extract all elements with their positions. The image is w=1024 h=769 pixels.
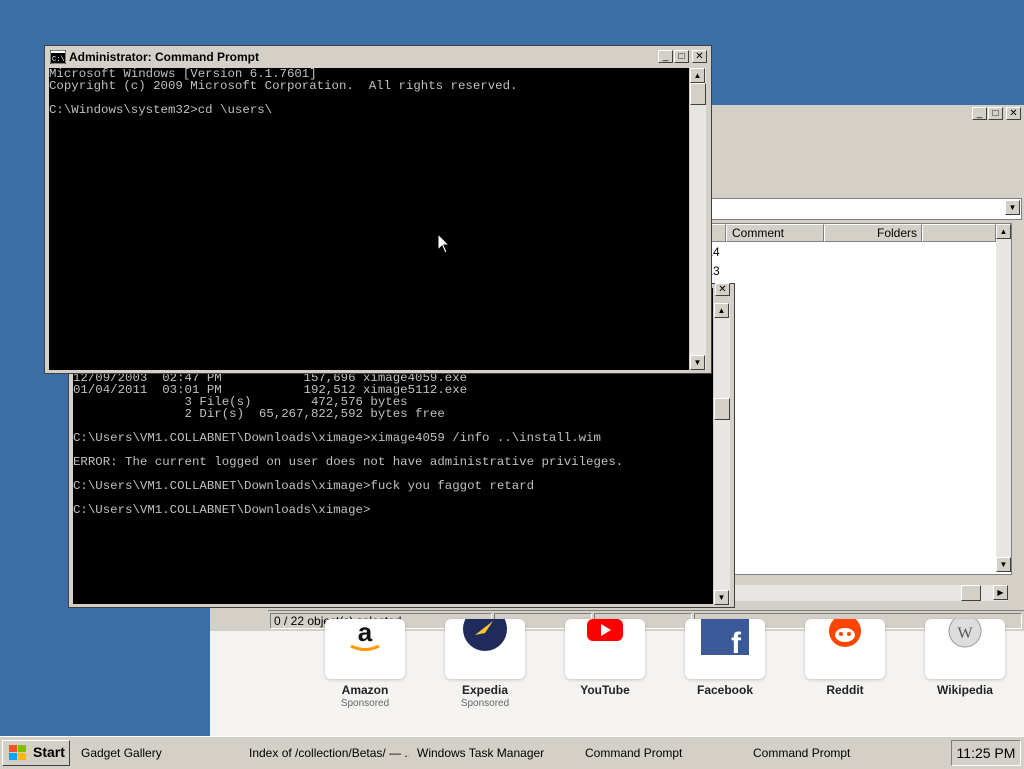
new-tab-shortcuts: a Amazon Sponsored Expedia Sponsored You…	[210, 607, 1024, 740]
file-list[interactable]: Comment Folders :14 :13 ▲ ▼	[700, 223, 1012, 575]
close-button[interactable]: ✕	[1006, 107, 1021, 120]
shortcut-facebook[interactable]: f Facebook	[665, 619, 785, 731]
tile-name: Reddit	[826, 683, 864, 697]
taskbar: Start Gadget Gallery Index of /collectio…	[0, 736, 1024, 769]
maximize-button[interactable]: □	[988, 107, 1003, 120]
tile-sponsored: Sponsored	[340, 698, 390, 709]
vertical-scrollbar[interactable]: ▲ ▼	[996, 224, 1011, 572]
svg-text:f: f	[731, 627, 742, 660]
shortcut-expedia[interactable]: Expedia Sponsored	[425, 607, 545, 731]
column-header-folders[interactable]: Folders	[824, 224, 922, 242]
start-button[interactable]: Start	[2, 740, 70, 766]
address-dropdown-button[interactable]: ▼	[1005, 200, 1020, 215]
console-line: Copyright (c) 2009 Microsoft Corporation…	[49, 79, 518, 93]
start-label: Start	[33, 744, 65, 760]
scroll-down-arrow[interactable]: ▼	[690, 355, 705, 370]
scroll-up-arrow[interactable]: ▲	[690, 68, 705, 83]
console-line: 2 Dir(s) 65,267,822,592 bytes free	[73, 407, 445, 421]
scroll-thumb[interactable]	[714, 398, 730, 420]
taskbar-item-browser[interactable]: Index of /collection/Betas/ — ...	[249, 740, 409, 766]
wikipedia-icon: W	[925, 614, 1005, 679]
taskbar-item-task-manager[interactable]: Windows Task Manager	[417, 740, 577, 766]
expedia-icon	[445, 607, 525, 679]
shortcut-youtube[interactable]: YouTube	[545, 619, 665, 731]
minimize-button[interactable]: _	[972, 107, 987, 120]
close-button[interactable]: ✕	[715, 283, 730, 296]
console-output[interactable]: Microsoft Windows [Version 6.1.7601] Copy…	[49, 68, 689, 370]
shortcut-reddit[interactable]: Reddit	[785, 615, 905, 731]
system-clock[interactable]: 11:25 PM	[951, 740, 1021, 766]
svg-text:a: a	[358, 619, 373, 647]
console-line: C:\Users\VM1.COLLABNET\Downloads\ximage>	[73, 503, 371, 517]
taskbar-item-command-prompt[interactable]: Command Prompt	[585, 740, 745, 766]
scroll-up-arrow[interactable]: ▲	[714, 303, 729, 318]
scroll-down-arrow[interactable]: ▼	[714, 590, 729, 605]
youtube-icon	[565, 619, 645, 679]
window-title: Administrator: Command Prompt	[69, 50, 260, 64]
taskbar-item-command-prompt[interactable]: Command Prompt	[753, 740, 913, 766]
tile-name: Expedia	[461, 683, 509, 697]
scroll-down-arrow[interactable]: ▼	[996, 557, 1011, 572]
console-line: C:\Users\VM1.COLLABNET\Downloads\ximage>…	[73, 431, 601, 445]
column-header-blank[interactable]	[922, 224, 996, 242]
reddit-icon	[805, 615, 885, 679]
tile-sponsored: Sponsored	[460, 698, 510, 709]
maximize-button[interactable]: □	[674, 50, 689, 63]
facebook-icon: f	[685, 619, 765, 679]
close-button[interactable]: ✕	[692, 50, 707, 63]
address-bar[interactable]: ▼	[700, 198, 1022, 220]
cmd-titlebar[interactable]: C:\ Administrator: Command Prompt _ □ ✕	[47, 48, 709, 66]
console-line: C:\Users\VM1.COLLABNET\Downloads\ximage>…	[73, 479, 535, 493]
console-line: ERROR: The current logged on user does n…	[73, 455, 624, 469]
taskbar-item-gadget-gallery[interactable]: Gadget Gallery	[81, 740, 231, 766]
mouse-cursor-icon	[438, 234, 450, 254]
scroll-right-arrow[interactable]: ▶	[993, 585, 1008, 600]
tile-name: Amazon	[341, 683, 389, 697]
shortcut-wikipedia[interactable]: W Wikipedia	[905, 614, 1024, 731]
vertical-scrollbar[interactable]: ▲ ▼	[714, 303, 730, 605]
tile-name: YouTube	[580, 683, 630, 697]
console-line: C:\Windows\system32>cd \users\	[49, 103, 273, 117]
minimize-button[interactable]: _	[658, 50, 673, 63]
console-icon: C:\	[50, 50, 66, 64]
svg-text:C:\: C:\	[52, 56, 65, 64]
windows-logo-icon	[9, 745, 26, 760]
svg-text:W: W	[957, 625, 973, 642]
scroll-up-arrow[interactable]: ▲	[996, 224, 1011, 239]
horizontal-scrollbar[interactable]: ▶	[713, 585, 1008, 601]
command-prompt-window-1[interactable]: C:\ Administrator: Command Prompt _ □ ✕ …	[44, 45, 712, 374]
column-header-comment[interactable]: Comment	[726, 224, 824, 242]
scroll-thumb[interactable]	[961, 585, 981, 601]
shortcut-amazon[interactable]: a Amazon Sponsored	[305, 617, 425, 731]
tile-name: Wikipedia	[937, 683, 993, 697]
vertical-scrollbar[interactable]: ▲ ▼	[690, 68, 706, 370]
amazon-icon: a	[325, 617, 405, 679]
tile-name: Facebook	[696, 683, 753, 697]
scroll-thumb[interactable]	[690, 83, 706, 105]
